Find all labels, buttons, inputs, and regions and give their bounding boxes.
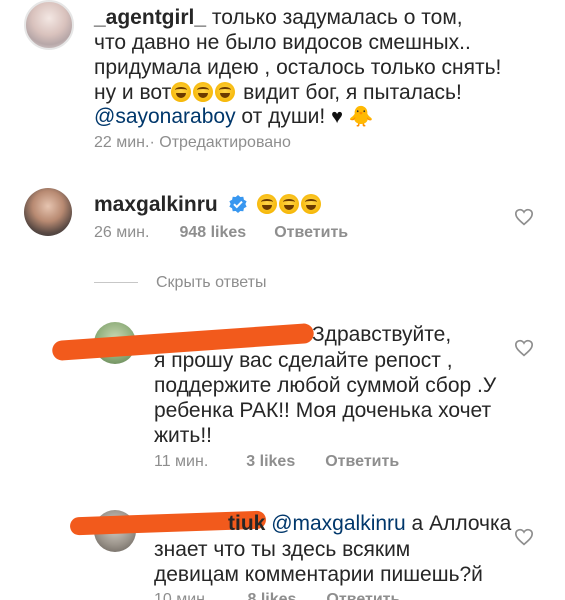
reply-text-line: я прошу вас сделайте репост , <box>154 349 453 372</box>
heart-outline-icon[interactable] <box>514 208 534 226</box>
reply-text-line: поддержите любой суммой сбор .У <box>154 374 497 397</box>
face-with-tears-of-joy-icon <box>279 194 300 214</box>
heart-outline-icon[interactable] <box>514 528 534 546</box>
reply-button[interactable]: Ответить <box>274 224 348 242</box>
mention-link[interactable]: @sayonaraboy <box>94 105 236 128</box>
hide-replies-button[interactable]: Скрыть ответы <box>156 274 266 292</box>
reply-text-line: Здравствуйте, <box>312 323 452 346</box>
reply-button[interactable]: Ответить <box>326 591 400 600</box>
comment-time: 11 мин. <box>154 453 209 470</box>
chick-icon: 🐥 <box>348 106 374 128</box>
mention-link[interactable]: @maxgalkinru <box>271 512 406 535</box>
reply-text-line: жить!! <box>154 424 213 447</box>
heart-outline-icon[interactable] <box>514 339 534 357</box>
verified-badge-icon <box>228 195 247 213</box>
face-with-tears-of-joy-icon <box>215 82 236 102</box>
comment-time: 22 мин. <box>94 134 150 151</box>
likes-count[interactable]: 3 likes <box>246 453 295 471</box>
comment-username[interactable]: _agentgirl_ <box>94 6 206 29</box>
comment-text-line: придумала идею , осталось только снять! <box>94 56 502 79</box>
edited-label: · Отредактировано <box>149 134 291 151</box>
comment-time: 10 мин. <box>154 591 210 600</box>
reply-text-line: ребенка РАК!! Моя доченька хочет <box>154 399 492 422</box>
hide-replies-divider <box>94 282 138 283</box>
face-with-tears-of-joy-icon <box>193 82 214 102</box>
comment-text-line: ну и вот <box>94 81 172 104</box>
avatar[interactable] <box>24 188 72 236</box>
face-with-tears-of-joy-icon <box>257 194 278 214</box>
face-with-tears-of-joy-icon <box>301 194 322 214</box>
avatar[interactable] <box>24 0 74 50</box>
reply-text-line: знает что ты здесь всяким <box>154 538 411 561</box>
comment-text-line: что давно не было видосов смешных.. <box>94 31 471 54</box>
comment-text-line: только задумалась о том, <box>206 6 463 29</box>
black-heart-icon: ♥ <box>331 106 343 128</box>
reply-text-line: девицам комментарии пишешь?й <box>154 563 483 586</box>
comment-time: 26 мин. <box>94 224 150 241</box>
reply-text-line: а Аллочка <box>405 512 512 535</box>
reply-username[interactable]: tiuk <box>228 512 265 535</box>
reply-button[interactable]: Ответить <box>325 453 399 471</box>
comment-text-line: от души! <box>235 105 332 128</box>
likes-count[interactable]: 8 likes <box>247 591 296 600</box>
face-with-tears-of-joy-icon <box>171 82 192 102</box>
likes-count[interactable]: 948 likes <box>179 224 246 242</box>
comment-username[interactable]: maxgalkinru <box>94 193 218 216</box>
comment-text-line: видит бог, я пыталась! <box>237 81 462 104</box>
